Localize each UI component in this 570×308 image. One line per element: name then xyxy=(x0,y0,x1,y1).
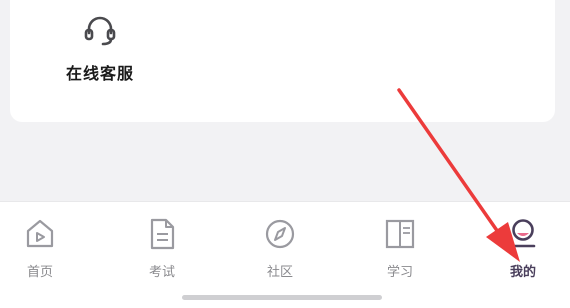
home-indicator[interactable] xyxy=(182,295,382,300)
online-support-label: 在线客服 xyxy=(65,64,134,83)
services-card: 在线客服 xyxy=(10,0,555,122)
tab-community[interactable]: 社区 xyxy=(240,216,320,280)
tab-exam[interactable]: 考试 xyxy=(122,216,202,280)
tab-mine-label: 我的 xyxy=(509,265,536,280)
home-icon xyxy=(26,219,54,248)
compass-icon xyxy=(265,219,295,249)
tab-home-label: 首页 xyxy=(26,265,53,280)
headset-icon xyxy=(84,16,116,46)
book-icon xyxy=(385,219,415,249)
tab-community-label: 社区 xyxy=(266,265,293,280)
bottom-tab-bar: 首页 考试 社区 学习 我的 xyxy=(0,201,570,308)
tab-mine[interactable]: 我的 xyxy=(483,216,563,280)
online-support-button[interactable]: 在线客服 xyxy=(48,12,152,84)
tab-exam-label: 考试 xyxy=(148,265,175,280)
document-icon xyxy=(150,218,175,250)
tab-study[interactable]: 学习 xyxy=(360,216,440,280)
tab-study-label: 学习 xyxy=(386,265,413,280)
tab-home[interactable]: 首页 xyxy=(0,216,80,280)
profile-icon xyxy=(510,219,536,248)
